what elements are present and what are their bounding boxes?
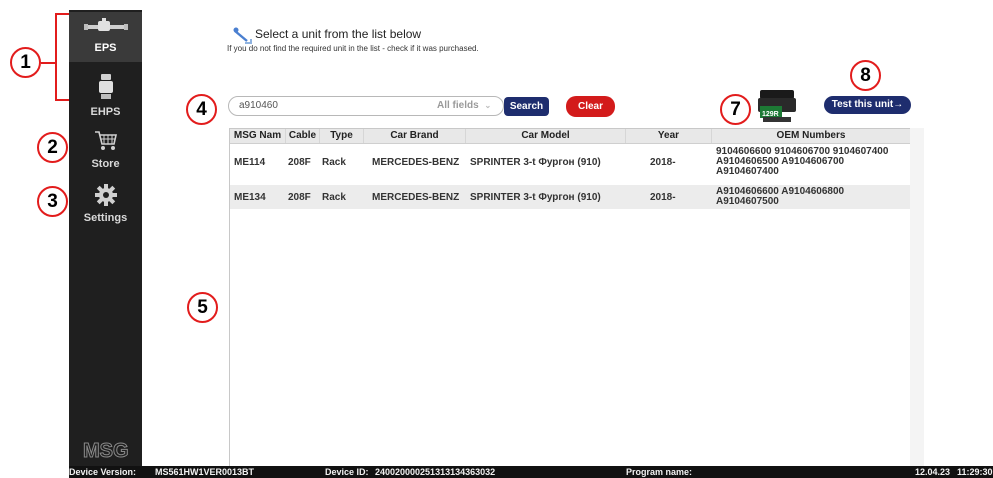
search-button[interactable]: Search xyxy=(504,97,549,116)
cell-msg: ME134 xyxy=(234,192,266,203)
column-header-brand[interactable]: Car Brand xyxy=(364,129,466,143)
unit-table: MSG Nam Cable Type Car Brand Car Model Y… xyxy=(229,128,911,466)
chevron-down-icon: ⌄ xyxy=(484,101,492,110)
table-scrollbar[interactable] xyxy=(910,128,924,466)
sidebar-item-settings[interactable]: Settings xyxy=(69,180,142,230)
sidebar-item-eps[interactable]: EPS xyxy=(69,12,142,62)
status-date: 12.04.23 xyxy=(915,467,951,477)
cell-type: Rack xyxy=(322,157,346,168)
annotation-3: 3 xyxy=(37,186,68,217)
clear-button[interactable]: Clear xyxy=(566,96,615,117)
unit-image: 129R xyxy=(758,90,796,122)
device-id-value: 240020000251313134363032 xyxy=(375,467,496,477)
cell-model: SPRINTER 3-t Фургон (910) xyxy=(470,192,601,203)
sidebar-item-ehps[interactable]: EHPS xyxy=(69,70,142,120)
table-row[interactable]: ME114 208F Rack MERCEDES-BENZ SPRINTER 3… xyxy=(230,145,910,183)
cell-year: 2018- xyxy=(650,192,676,203)
annotation-1: 1 xyxy=(10,47,41,78)
device-id-label: Device ID: xyxy=(325,467,369,477)
gear-icon xyxy=(94,184,117,206)
column-header-type[interactable]: Type xyxy=(320,129,364,143)
field-filter-label: All fields xyxy=(437,100,479,111)
program-name-label: Program name: xyxy=(626,467,693,477)
msg-logo: MSG xyxy=(81,438,130,464)
wrench-icon xyxy=(233,27,252,44)
column-header-year[interactable]: Year xyxy=(626,129,712,143)
cell-oem-line: A9104607400 xyxy=(716,166,779,177)
sidebar-item-label: EPS xyxy=(94,42,117,54)
sidebar-item-label: Settings xyxy=(83,212,128,224)
logo-text: MSG xyxy=(83,440,129,462)
annotation-5: 5 xyxy=(187,292,218,323)
sidebar: EPS EHPS Store Settings MSG xyxy=(69,10,142,466)
annotation-2: 2 xyxy=(37,132,68,163)
table-row-selected[interactable]: ME134 208F Rack MERCEDES-BENZ SPRINTER 3… xyxy=(230,185,910,209)
steering-rack-icon xyxy=(83,18,128,31)
annotation-line-1 xyxy=(41,62,55,64)
annotation-8: 8 xyxy=(850,60,881,91)
cell-type: Rack xyxy=(322,192,346,203)
annotation-7: 7 xyxy=(720,94,751,125)
pump-icon xyxy=(98,74,113,99)
cell-msg: ME114 xyxy=(234,157,266,168)
page-title: Select a unit from the list below xyxy=(255,27,422,41)
column-header-cable[interactable]: Cable xyxy=(286,129,320,143)
cell-oem-line: A9104607500 xyxy=(716,196,779,207)
cart-icon xyxy=(94,131,117,150)
test-unit-button[interactable]: Test this unit→ xyxy=(824,96,911,114)
cell-year: 2018- xyxy=(650,157,676,168)
sidebar-item-label: Store xyxy=(91,158,120,170)
cell-brand: MERCEDES-BENZ xyxy=(372,192,460,203)
cell-cable: 208F xyxy=(288,192,311,203)
device-version-value: MS561HW1VER0013BT xyxy=(155,467,255,477)
unit-badge-text: 129R xyxy=(762,111,779,118)
status-bar: Device Version: MS561HW1VER0013BT Device… xyxy=(69,466,993,478)
column-header-model[interactable]: Car Model xyxy=(466,129,626,143)
page-subtitle: If you do not find the required unit in … xyxy=(227,44,479,53)
annotation-4: 4 xyxy=(186,94,217,125)
sidebar-item-label: EHPS xyxy=(90,106,121,118)
sidebar-item-store[interactable]: Store xyxy=(69,126,142,172)
column-header-msg[interactable]: MSG Nam xyxy=(230,129,286,143)
field-filter-select[interactable]: All fields ⌄ xyxy=(437,98,503,114)
device-version-label: Device Version: xyxy=(69,467,137,477)
column-header-oem[interactable]: OEM Numbers xyxy=(712,129,910,143)
cell-brand: MERCEDES-BENZ xyxy=(372,157,460,168)
cell-model: SPRINTER 3-t Фургон (910) xyxy=(470,157,601,168)
status-time: 11:29:30 xyxy=(957,467,993,477)
cell-cable: 208F xyxy=(288,157,311,168)
table-header: MSG Nam Cable Type Car Brand Car Model Y… xyxy=(230,129,910,144)
